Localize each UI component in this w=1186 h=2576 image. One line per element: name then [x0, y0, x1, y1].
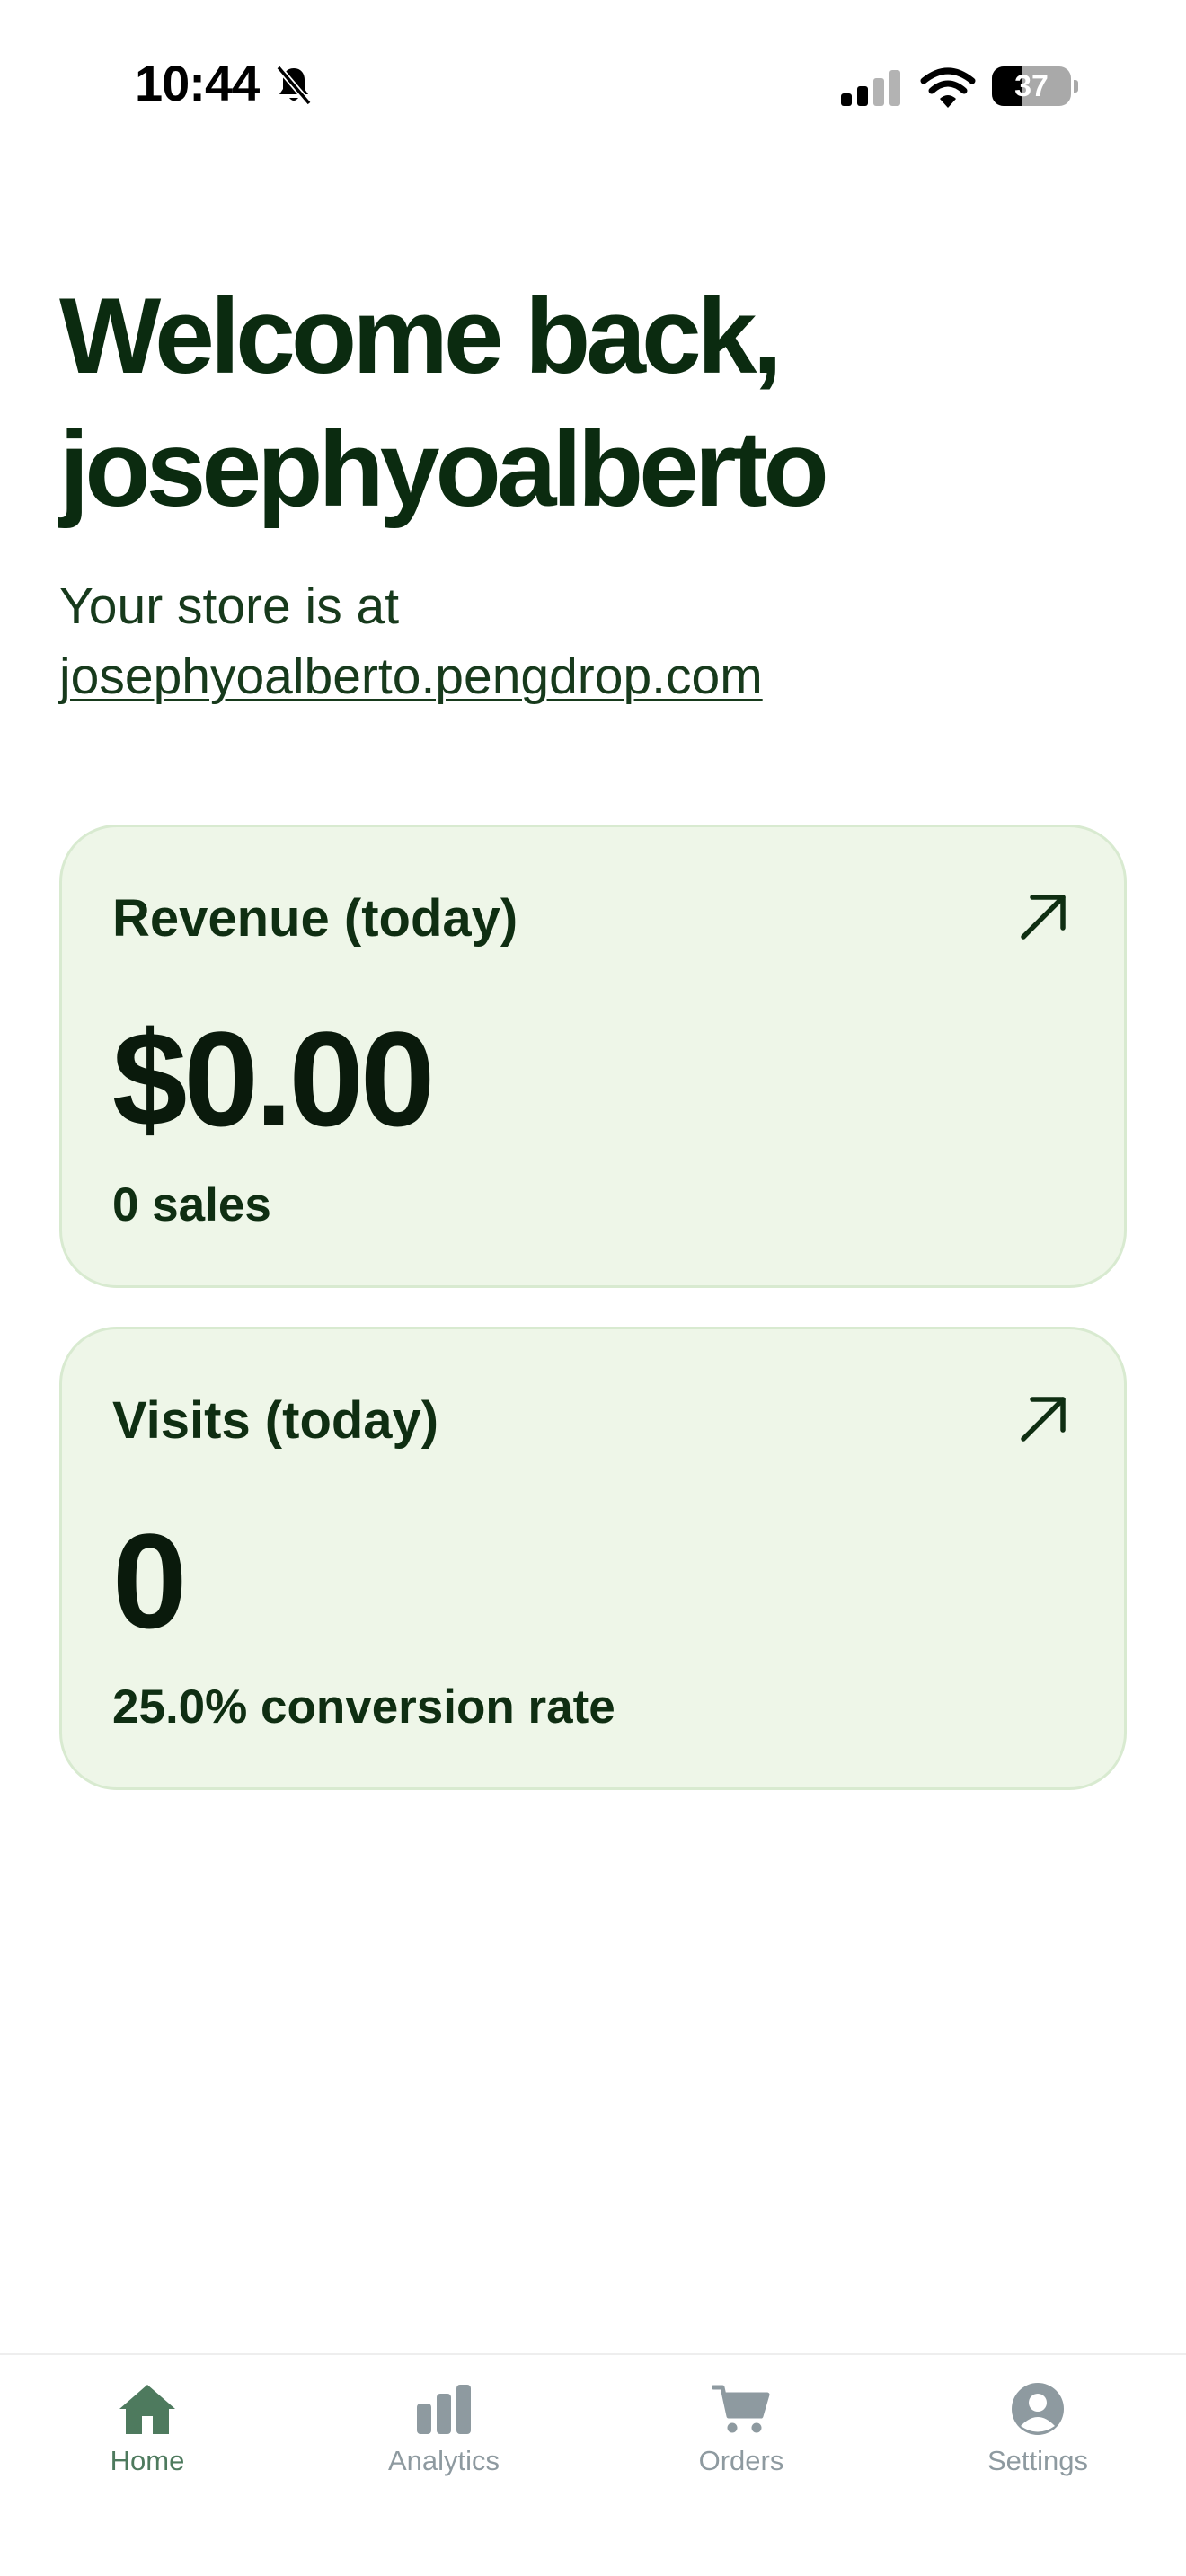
bar-chart-icon: [417, 2385, 471, 2434]
page-title: Welcome back, josephyoalberto: [59, 269, 1137, 535]
battery-body: 37: [992, 66, 1071, 106]
home-icon: [119, 2385, 175, 2434]
arrow-up-right-icon: [1021, 895, 1066, 940]
user-circle-icon: [1012, 2383, 1064, 2435]
revenue-card[interactable]: Revenue (today) $0.00 0 sales: [59, 825, 1127, 1288]
welcome-title-line: Welcome back,: [59, 276, 783, 396]
bottom-nav: Home Analytics Orders Settings: [0, 2353, 1186, 2576]
bell-slash-icon: [276, 65, 312, 106]
nav-item-home[interactable]: Home: [31, 2382, 264, 2508]
nav-label-analytics: Analytics: [387, 2445, 500, 2476]
store-url-link[interactable]: josephyoalberto.pengdrop.com: [59, 641, 763, 711]
nav-label-settings: Settings: [987, 2445, 1088, 2476]
battery-icon: 37: [992, 66, 1078, 106]
sales-count: 0 sales: [112, 1178, 271, 1231]
visits-card[interactable]: Visits (today) 0 25.0% conversion rate: [59, 1327, 1127, 1790]
nav-label-orders: Orders: [698, 2445, 784, 2476]
cart-icon: [712, 2385, 770, 2433]
wifi-icon: [920, 67, 976, 108]
status-bar: 10:44 37: [0, 0, 1186, 171]
nav-item-analytics[interactable]: Analytics: [327, 2382, 561, 2508]
visits-card-label: Visits (today): [112, 1391, 439, 1450]
welcome-username: josephyoalberto: [59, 409, 829, 529]
nav-item-orders[interactable]: Orders: [624, 2382, 858, 2508]
revenue-card-label: Revenue (today): [112, 889, 518, 948]
store-address: Your store is at josephyoalberto.pengdro…: [59, 571, 763, 711]
conversion-rate: 25.0% conversion rate: [112, 1681, 615, 1734]
nav-label-home: Home: [110, 2445, 185, 2476]
arrow-up-right-icon: [1021, 1397, 1066, 1442]
battery-level: 37: [1014, 69, 1049, 103]
revenue-value: $0.00: [112, 1003, 435, 1154]
store-prefix-text: Your store is at: [59, 578, 400, 635]
battery-tip: [1074, 80, 1078, 93]
cellular-signal-icon: [841, 70, 900, 106]
status-time: 10:44: [135, 55, 260, 111]
nav-item-settings[interactable]: Settings: [921, 2382, 1155, 2508]
visits-value: 0: [112, 1505, 187, 1656]
